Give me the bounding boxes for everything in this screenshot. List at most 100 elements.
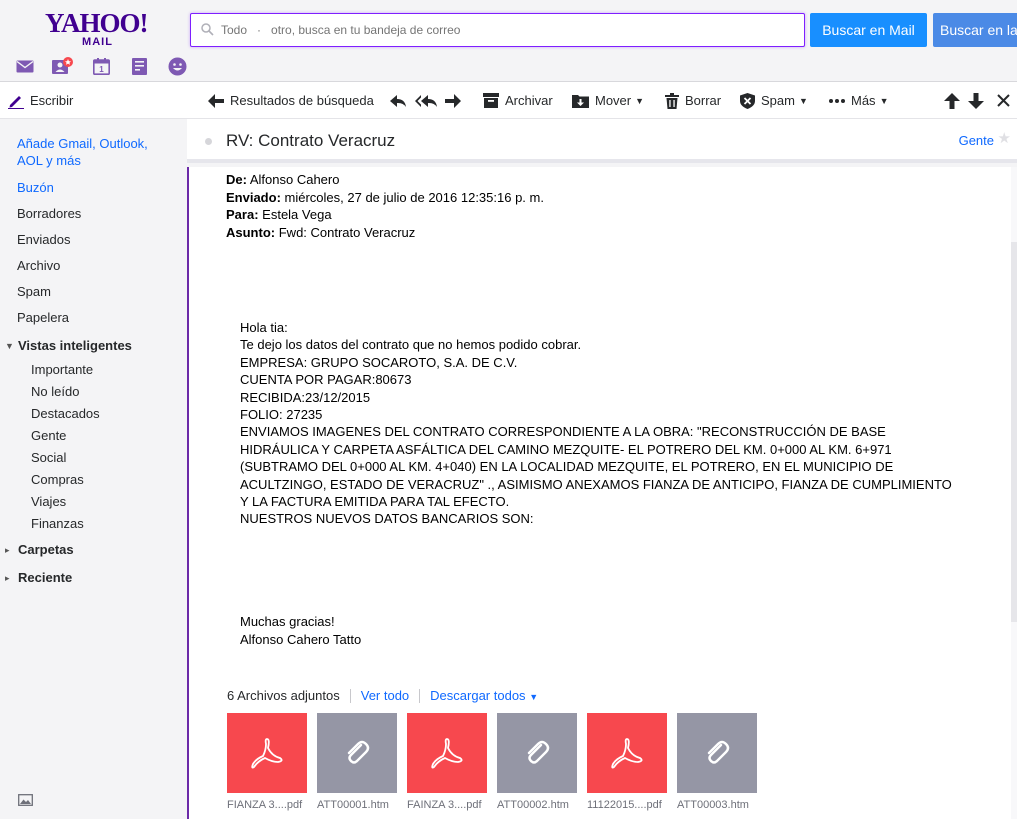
- pencil-icon: [8, 93, 24, 109]
- spam-label: Spam: [761, 93, 795, 108]
- sent-row: Enviado: miércoles, 27 de julio de 2016 …: [226, 189, 544, 207]
- recent-toggle[interactable]: ▸ Reciente: [5, 569, 72, 587]
- smart-view-travel[interactable]: Viajes: [31, 493, 66, 511]
- sidebar-item-inbox[interactable]: Buzón: [17, 179, 54, 197]
- reply-button[interactable]: [390, 82, 406, 119]
- scrollbar-thumb[interactable]: [1011, 242, 1017, 622]
- reply-all-icon: [415, 94, 437, 108]
- message-toolbar: Escribir Resultados de búsqueda Archivar…: [0, 82, 1017, 119]
- to-value: Estela Vega: [262, 207, 332, 222]
- attachment-name: ATT00002.htm: [497, 799, 569, 811]
- add-accounts-link[interactable]: Añade Gmail, Outlook, AOL y más: [17, 135, 167, 169]
- sidebar-item-archive[interactable]: Archivo: [17, 257, 60, 275]
- attachment-item[interactable]: ATT00001.htm: [317, 713, 397, 811]
- chevron-down-icon: ▼: [879, 95, 889, 106]
- smart-view-unread[interactable]: No leído: [31, 383, 79, 401]
- paperclip-icon: [497, 713, 577, 793]
- image-icon[interactable]: [18, 794, 33, 809]
- mail-icon[interactable]: [6, 55, 44, 77]
- from-row: De: Alfonso Cahero: [226, 171, 544, 189]
- smart-views-toggle[interactable]: ▼ Vistas inteligentes: [5, 337, 132, 355]
- more-label: Más: [851, 93, 876, 108]
- attachment-name: FAINZA 3....pdf: [407, 799, 482, 811]
- body-line: EMPRESA: GRUPO SOCAROTO, S.A. DE C.V.: [240, 354, 518, 370]
- people-link[interactable]: Gente: [959, 133, 994, 148]
- closing-line: Muchas gracias!: [240, 614, 335, 629]
- sidebar-item-sent[interactable]: Enviados: [17, 231, 70, 249]
- view-all-link[interactable]: Ver todo: [361, 688, 409, 703]
- forward-button[interactable]: [445, 82, 461, 119]
- attachment-item[interactable]: ATT00002.htm: [497, 713, 577, 811]
- smart-view-finance[interactable]: Finanzas: [31, 515, 84, 533]
- star-icon[interactable]: ★: [998, 129, 1011, 147]
- paperclip-icon: [677, 713, 757, 793]
- sidebar-item-trash[interactable]: Papelera: [17, 309, 69, 327]
- search-mail-button[interactable]: Buscar en Mail: [810, 13, 927, 47]
- search-input[interactable]: [221, 20, 791, 40]
- reply-all-button[interactable]: [415, 82, 437, 119]
- folders-title: Carpetas: [18, 542, 74, 557]
- to-row: Para: Estela Vega: [226, 206, 544, 224]
- forwarded-header: De: Alfonso Cahero Enviado: miércoles, 2…: [226, 171, 544, 241]
- calendar-icon[interactable]: 1: [82, 55, 120, 77]
- archive-icon: [483, 93, 499, 108]
- logo-wordmark: YAHOO!: [45, 8, 149, 38]
- body-line: Hola tia:: [240, 320, 288, 335]
- attachment-name: 11122015....pdf: [587, 799, 662, 811]
- previous-message-button[interactable]: [944, 82, 960, 119]
- messenger-icon[interactable]: [158, 55, 196, 77]
- attachment-item[interactable]: 11122015....pdf: [587, 713, 667, 811]
- shield-icon: [740, 92, 755, 109]
- chevron-down-icon: ▼: [635, 95, 645, 106]
- back-to-results-button[interactable]: Resultados de búsqueda: [208, 82, 374, 119]
- search-box[interactable]: [190, 13, 805, 47]
- close-message-button[interactable]: [997, 82, 1010, 119]
- delete-button[interactable]: Borrar: [665, 82, 721, 119]
- sidebar-item-drafts[interactable]: Borradores: [17, 205, 81, 223]
- folders-toggle[interactable]: ▸ Carpetas: [5, 541, 74, 559]
- smart-view-starred[interactable]: Destacados: [31, 405, 100, 423]
- next-message-button[interactable]: [968, 82, 984, 119]
- message-scrollbar[interactable]: [1011, 167, 1017, 819]
- attachment-name: FIANZA 3....pdf: [227, 799, 303, 811]
- unread-dot-icon[interactable]: [205, 138, 212, 145]
- smart-view-important[interactable]: Importante: [31, 361, 93, 379]
- smart-view-social[interactable]: Social: [31, 449, 66, 467]
- archive-button[interactable]: Archivar: [483, 82, 553, 119]
- body-line: FOLIO: 27235: [240, 407, 323, 423]
- app-switcher: 1: [6, 55, 196, 77]
- search-web-button[interactable]: Buscar en la W: [933, 13, 1017, 47]
- attachments-count: 6 Archivos adjuntos: [227, 688, 340, 703]
- arrow-right-icon: [445, 93, 461, 108]
- chevron-down-icon: ▼: [529, 692, 539, 702]
- body-line: Te dejo los datos del contrato que no he…: [240, 337, 582, 353]
- more-dots-icon: [829, 98, 845, 103]
- spam-button[interactable]: Spam ▼: [740, 82, 808, 119]
- sidebar-item-spam[interactable]: Spam: [17, 283, 51, 301]
- svg-text:1: 1: [99, 65, 104, 74]
- attachment-name: ATT00001.htm: [317, 799, 389, 811]
- attachment-item[interactable]: FIANZA 3....pdf: [227, 713, 307, 811]
- notepad-icon[interactable]: [120, 55, 158, 77]
- attachment-item[interactable]: ATT00003.htm: [677, 713, 757, 811]
- reply-icon: [390, 94, 406, 108]
- smart-view-shopping[interactable]: Compras: [31, 471, 84, 489]
- compose-button[interactable]: Escribir: [8, 82, 73, 119]
- sent-value: miércoles, 27 de julio de 2016 12:35:16 …: [284, 189, 544, 205]
- arrow-up-icon: [944, 92, 960, 109]
- delete-label: Borrar: [685, 93, 722, 108]
- chevron-down-icon: ▼: [798, 95, 808, 106]
- move-button[interactable]: Mover ▼: [572, 82, 644, 119]
- pdf-icon: [227, 713, 307, 793]
- download-all-label: Descargar todos: [430, 688, 526, 703]
- recent-title: Reciente: [18, 570, 73, 585]
- download-all-link[interactable]: Descargar todos ▼: [430, 688, 538, 703]
- smart-view-people[interactable]: Gente: [31, 427, 66, 445]
- divider: [419, 688, 421, 703]
- contacts-icon[interactable]: [44, 55, 82, 77]
- yahoo-mail-logo[interactable]: YAHOO! MAIL: [45, 8, 149, 49]
- attachment-item[interactable]: FAINZA 3....pdf: [407, 713, 487, 811]
- message-subject: RV: Contrato Veracruz: [226, 131, 396, 150]
- more-button[interactable]: Más ▼: [829, 82, 888, 119]
- from-value: Alfonso Cahero: [249, 172, 340, 187]
